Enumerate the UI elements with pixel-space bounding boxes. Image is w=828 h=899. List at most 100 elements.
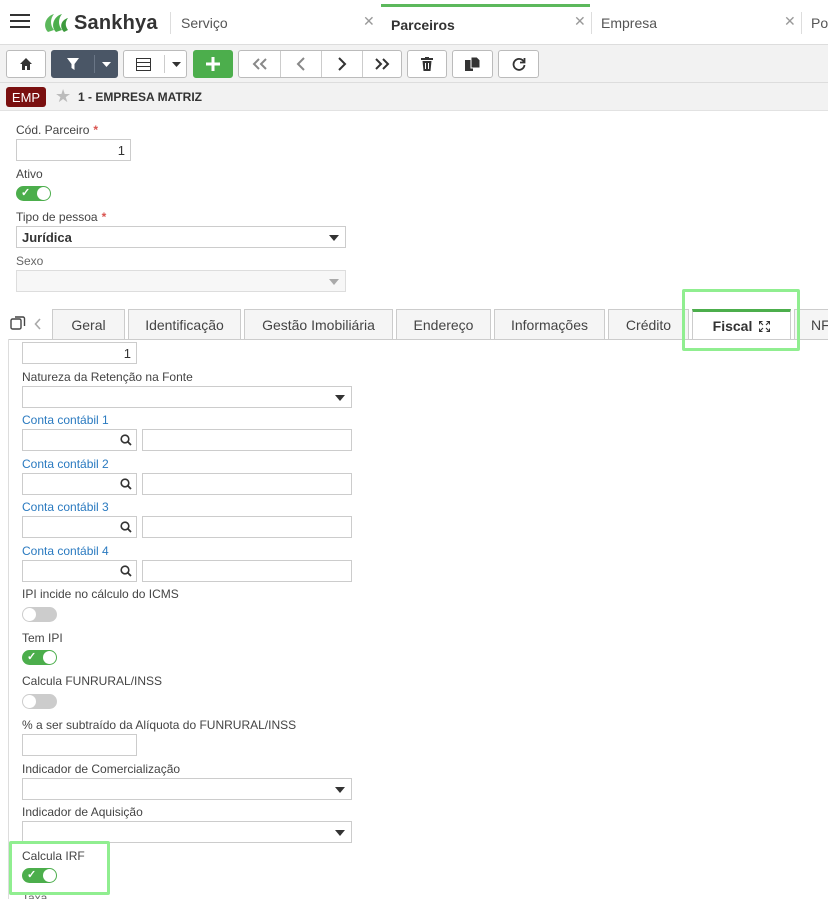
last-record-button[interactable]	[363, 51, 401, 77]
ipi-icms-toggle[interactable]	[22, 607, 57, 622]
tab-label: Parceiros	[391, 16, 455, 33]
tab-label: Fiscal	[712, 318, 753, 334]
fiscal-top-input[interactable]: 1	[22, 342, 137, 364]
conta-contabil-1-link[interactable]: Conta contábil 1	[22, 413, 109, 427]
filter-button[interactable]	[51, 50, 118, 78]
chevron-left-icon	[296, 57, 305, 71]
ind-comercializacao-select[interactable]	[22, 778, 352, 800]
conta-contabil-2-link[interactable]: Conta contábil 2	[22, 457, 109, 471]
close-icon[interactable]: ✕	[784, 13, 796, 30]
double-chevron-left-icon	[252, 58, 267, 70]
close-icon[interactable]: ✕	[574, 13, 586, 30]
conta-contabil-3-input[interactable]	[22, 516, 137, 538]
brand-name: Sankhya	[74, 11, 158, 34]
refresh-icon	[512, 58, 525, 71]
tab-label: Serviço	[181, 15, 228, 31]
tab-identificacao[interactable]: Identificação	[128, 309, 241, 339]
refresh-button[interactable]	[498, 50, 539, 78]
grid-icon	[136, 57, 151, 71]
conta-contabil-2-desc	[142, 473, 352, 495]
tab-nf[interactable]: NF	[794, 309, 828, 339]
tab-informacoes[interactable]: Informações	[494, 309, 605, 339]
next-record-button[interactable]	[322, 51, 362, 77]
tab-fiscal[interactable]: Fiscal	[692, 309, 791, 340]
cod-parceiro-label: Cód. Parceiro *	[16, 123, 98, 137]
tab-endereco[interactable]: Endereço	[396, 309, 491, 339]
tab-gestao-imobiliaria[interactable]: Gestão Imobiliária	[244, 309, 393, 339]
chevron-down-icon	[329, 235, 339, 241]
conta-contabil-2-input[interactable]	[22, 473, 137, 495]
chevron-down-icon	[329, 279, 339, 285]
expand-icon[interactable]	[759, 320, 771, 332]
toggle-knob	[43, 651, 56, 664]
record-title: 1 - EMPRESA MATRIZ	[78, 90, 203, 104]
home-button[interactable]	[6, 50, 46, 78]
conta-contabil-4-input[interactable]	[22, 560, 137, 582]
ind-comercializacao-label: Indicador de Comercialização	[22, 762, 181, 776]
trash-icon	[421, 57, 433, 71]
toolbar	[0, 45, 828, 83]
chevron-down-icon	[335, 830, 345, 836]
top-bar: Sankhya Serviço ✕ Parceiros ✕ Empresa ✕ …	[0, 0, 828, 45]
chevron-down-icon	[335, 787, 345, 793]
conta-contabil-1-desc	[142, 429, 352, 451]
duplicate-button[interactable]	[452, 50, 493, 78]
search-icon[interactable]	[120, 434, 132, 446]
percent-funrural-input[interactable]	[22, 734, 137, 756]
ind-aquisicao-select[interactable]	[22, 821, 352, 843]
percent-funrural-label: % a ser subtraído da Alíquota do FUNRURA…	[22, 718, 297, 732]
sankhya-logo-icon	[45, 14, 68, 32]
menu-icon[interactable]	[10, 14, 30, 30]
delete-button[interactable]	[407, 50, 447, 78]
chevron-left-icon[interactable]	[34, 318, 42, 330]
filter-icon	[67, 58, 79, 70]
cod-parceiro-input[interactable]: 1	[16, 139, 131, 161]
tem-ipi-label: Tem IPI	[22, 631, 63, 645]
conta-contabil-3-link[interactable]: Conta contábil 3	[22, 500, 109, 514]
tab-empresa[interactable]: Empresa	[591, 4, 799, 42]
calcula-irf-toggle[interactable]: ✓	[22, 868, 57, 883]
search-icon[interactable]	[120, 565, 132, 577]
conta-contabil-4-link[interactable]: Conta contábil 4	[22, 544, 109, 558]
divider	[164, 55, 165, 73]
funrural-toggle[interactable]	[22, 694, 57, 709]
first-record-button[interactable]	[239, 51, 280, 77]
toggle-knob	[43, 869, 56, 882]
check-icon: ✓	[21, 187, 31, 199]
logo: Sankhya	[40, 9, 158, 37]
tab-po[interactable]: Po	[801, 4, 828, 42]
ativo-toggle[interactable]: ✓	[16, 186, 51, 201]
home-icon	[20, 58, 32, 70]
breadcrumb: EMP ★ 1 - EMPRESA MATRIZ	[0, 83, 828, 111]
toggle-knob	[37, 187, 50, 200]
label-text: Tipo de pessoa	[16, 210, 98, 224]
previous-record-button[interactable]	[281, 51, 321, 77]
star-icon[interactable]: ★	[55, 87, 71, 105]
toggle-knob	[23, 608, 36, 621]
ind-aquisicao-label: Indicador de Aquisição	[22, 805, 143, 819]
tab-credito[interactable]: Crédito	[608, 309, 689, 339]
tem-ipi-toggle[interactable]: ✓	[22, 650, 57, 665]
search-icon[interactable]	[120, 521, 132, 533]
label-text: Cód. Parceiro	[16, 123, 90, 137]
tab-servico[interactable]: Serviço	[171, 4, 379, 42]
conta-contabil-3-desc	[142, 516, 352, 538]
add-button[interactable]	[193, 50, 233, 78]
plus-icon	[206, 57, 220, 71]
copy-icon	[465, 57, 480, 71]
natureza-label: Natureza da Retenção na Fonte	[22, 370, 193, 384]
tab-label: Po	[811, 15, 828, 31]
copy-tabs-icon[interactable]	[10, 315, 26, 331]
tab-geral[interactable]: Geral	[52, 309, 125, 339]
chevron-down-icon	[102, 62, 111, 67]
tipo-pessoa-select[interactable]: Jurídica	[16, 226, 346, 248]
natureza-select[interactable]	[22, 386, 352, 408]
required-mark: *	[93, 123, 99, 137]
sexo-label: Sexo	[16, 254, 44, 268]
grid-view-button[interactable]	[123, 50, 187, 78]
double-chevron-right-icon	[375, 58, 390, 70]
conta-contabil-1-input[interactable]	[22, 429, 137, 451]
close-icon[interactable]: ✕	[363, 13, 375, 30]
tab-parceiros[interactable]: Parceiros	[381, 4, 590, 42]
search-icon[interactable]	[120, 478, 132, 490]
